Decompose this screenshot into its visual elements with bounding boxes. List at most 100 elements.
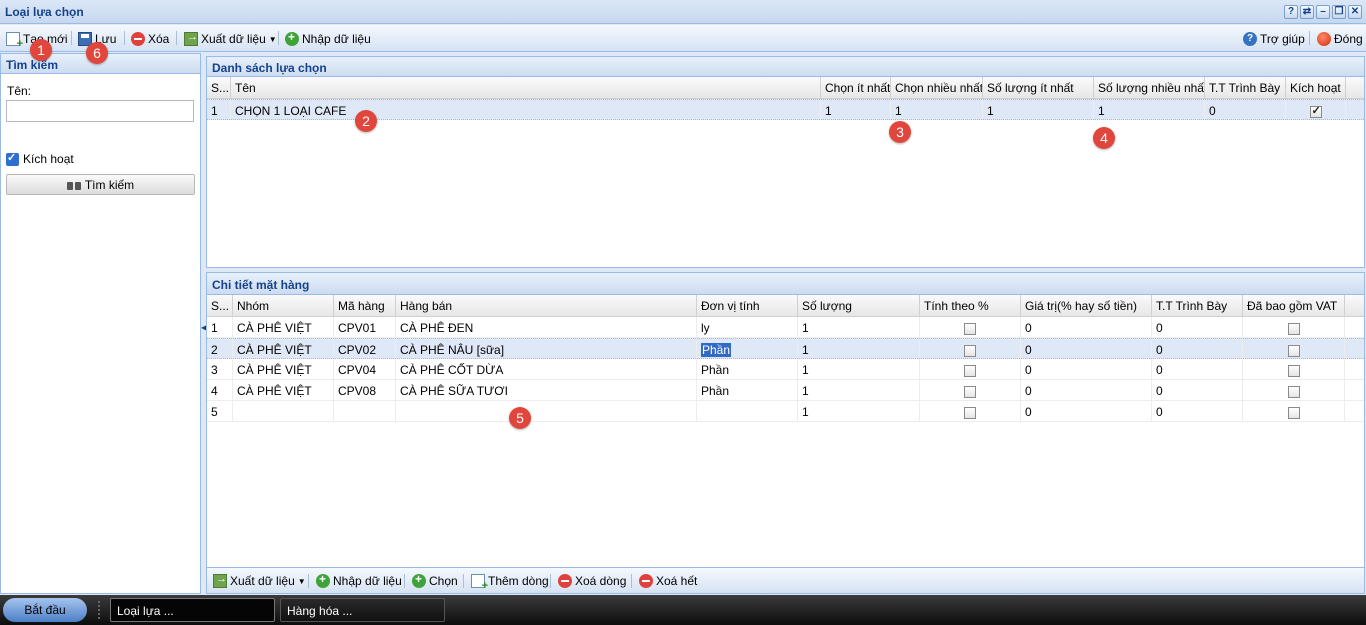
delete-row-button[interactable]: Xoá dòng xyxy=(558,571,626,591)
cell-item[interactable]: CÀ PHÊ NÂU [sữa] xyxy=(396,339,697,358)
col-header[interactable]: Tính theo % xyxy=(920,295,1021,317)
cell-name[interactable]: CHỌN 1 LOẠI CAFE xyxy=(231,100,821,119)
col-header[interactable]: S... xyxy=(207,295,233,317)
search-button[interactable]: Tìm kiếm xyxy=(6,174,195,195)
cell-order[interactable]: 0 xyxy=(1152,380,1243,400)
cell-qty[interactable]: 1 xyxy=(798,317,920,337)
cell-item[interactable]: CÀ PHÊ ĐEN xyxy=(396,317,697,337)
vat-checkbox[interactable] xyxy=(1287,322,1300,335)
cell-min-qty[interactable]: 1 xyxy=(983,100,1094,119)
cell-order[interactable]: 0 xyxy=(1152,339,1243,358)
cell-order[interactable]: 0 xyxy=(1205,100,1286,119)
cell-vat[interactable] xyxy=(1243,317,1345,337)
start-button[interactable]: Bắt đầu xyxy=(3,598,87,622)
percent-checkbox[interactable] xyxy=(964,322,976,335)
col-header[interactable]: Mã hàng xyxy=(334,295,396,317)
name-search-input[interactable] xyxy=(6,100,194,122)
col-header[interactable]: Đơn vị tính xyxy=(697,295,798,317)
cell-percent[interactable] xyxy=(920,359,1021,379)
table-row[interactable]: 2 CÀ PHÊ VIỆT CPV02 CÀ PHÊ NÂU [sữa] Phần 1 0 0 xyxy=(207,338,1364,359)
cell-max-qty[interactable]: 1 xyxy=(1094,100,1205,119)
col-header[interactable]: T.T Trình Bày xyxy=(1205,77,1286,99)
cell-item[interactable]: CÀ PHÊ CỐT DỪA xyxy=(396,359,697,379)
add-row-button[interactable]: Thêm dòng xyxy=(471,571,549,592)
cell-max-choose[interactable]: 1 xyxy=(891,100,983,119)
active-row-checkbox[interactable] xyxy=(1309,104,1322,118)
col-header[interactable]: Số lượng ít nhất xyxy=(983,77,1094,99)
percent-checkbox[interactable] xyxy=(964,406,976,419)
table-row[interactable]: 4 CÀ PHÊ VIỆT CPV08 CÀ PHÊ SỮA TƯƠI Phần 1 0 0 xyxy=(207,380,1364,401)
cell-unit[interactable]: Phần xyxy=(697,380,798,400)
cell-value[interactable]: 0 xyxy=(1021,339,1152,358)
cell-percent[interactable] xyxy=(920,380,1021,400)
export-button[interactable]: Xuất dữ liệu ▼ xyxy=(184,29,277,49)
items-export-button[interactable]: Xuất dữ liệu ▼ xyxy=(213,571,306,591)
taskbar-item-option-type[interactable]: Loại lựa ... xyxy=(110,598,275,622)
col-header[interactable]: Tên xyxy=(231,77,821,99)
delete-all-button[interactable]: Xoá hết xyxy=(639,571,697,591)
table-row[interactable]: 1 CHỌN 1 LOẠI CAFE 1 1 1 1 0 xyxy=(207,99,1364,120)
restore-tool-icon[interactable]: ❐ xyxy=(1332,5,1346,19)
minimize-tool-icon[interactable]: – xyxy=(1316,5,1330,19)
col-header[interactable]: Hàng bán xyxy=(396,295,697,317)
vat-checkbox[interactable] xyxy=(1287,344,1300,357)
import-button[interactable]: Nhập dữ liệu xyxy=(285,29,371,49)
table-row[interactable]: 5 1 00 xyxy=(207,401,1364,422)
col-header[interactable]: Đã bao gồm VAT xyxy=(1243,295,1345,317)
col-header[interactable]: Giá trị(% hay số tiền) xyxy=(1021,295,1152,317)
col-header[interactable]: Số lượng nhiều nhất xyxy=(1094,77,1205,99)
taskbar-item-goods[interactable]: Hàng hóa ... xyxy=(280,598,445,622)
cell-code[interactable]: CPV04 xyxy=(334,359,396,379)
cell-code[interactable]: CPV02 xyxy=(334,339,396,358)
cell-value[interactable]: 0 xyxy=(1021,401,1152,421)
cell-unit[interactable]: Phần xyxy=(697,359,798,379)
choose-button[interactable]: Chọn xyxy=(412,571,458,591)
col-header[interactable]: Nhóm xyxy=(233,295,334,317)
percent-checkbox[interactable] xyxy=(964,344,976,357)
close-tool-icon[interactable]: ✕ xyxy=(1348,5,1362,19)
cell-group[interactable]: CÀ PHÊ VIỆT xyxy=(233,380,334,400)
cell-group[interactable]: CÀ PHÊ VIỆT xyxy=(233,339,334,358)
cell-order[interactable]: 0 xyxy=(1152,401,1243,421)
col-header[interactable]: T.T Trình Bày xyxy=(1152,295,1243,317)
delete-button[interactable]: Xóa xyxy=(131,29,169,49)
cell-value[interactable]: 0 xyxy=(1021,359,1152,379)
col-header[interactable]: Chọn ít nhất xyxy=(821,77,891,99)
cell-vat[interactable] xyxy=(1243,401,1345,421)
vat-checkbox[interactable] xyxy=(1287,364,1300,377)
cell-group[interactable]: CÀ PHÊ VIỆT xyxy=(233,359,334,379)
col-header[interactable]: Chọn nhiều nhất xyxy=(891,77,983,99)
cell-order[interactable]: 0 xyxy=(1152,317,1243,337)
cell-vat[interactable] xyxy=(1243,359,1345,379)
cell-qty[interactable]: 1 xyxy=(798,339,920,358)
cell-percent[interactable] xyxy=(920,317,1021,337)
help-button[interactable]: ? Trợ giúp xyxy=(1243,29,1305,49)
active-filter[interactable]: Kích hoạt xyxy=(6,151,74,166)
cell-code[interactable]: CPV01 xyxy=(334,317,396,337)
cell-percent[interactable] xyxy=(920,401,1021,421)
cell-qty[interactable]: 1 xyxy=(798,359,920,379)
cell-qty[interactable]: 1 xyxy=(798,401,920,421)
cell-group[interactable] xyxy=(233,401,334,421)
cell-value[interactable]: 0 xyxy=(1021,317,1152,337)
cell-vat[interactable] xyxy=(1243,339,1345,358)
col-header[interactable]: Số lượng xyxy=(798,295,920,317)
cell-code[interactable] xyxy=(334,401,396,421)
cell-vat[interactable] xyxy=(1243,380,1345,400)
cell-group[interactable]: CÀ PHÊ VIỆT xyxy=(233,317,334,337)
cell-value[interactable]: 0 xyxy=(1021,380,1152,400)
table-row[interactable]: 3 CÀ PHÊ VIỆT CPV04 CÀ PHÊ CỐT DỪA Phần 1 0 0 xyxy=(207,359,1364,380)
cell-unit[interactable]: Phần xyxy=(697,339,798,358)
cell-item[interactable] xyxy=(396,401,697,421)
percent-checkbox[interactable] xyxy=(964,364,976,377)
help-tool-icon[interactable]: ? xyxy=(1284,5,1298,19)
table-row[interactable]: 1 CÀ PHÊ VIỆT CPV01 CÀ PHÊ ĐEN ly 1 0 0 xyxy=(207,317,1364,338)
cell-order[interactable]: 0 xyxy=(1152,359,1243,379)
cell-min-choose[interactable]: 1 xyxy=(821,100,891,119)
unit-highlight[interactable]: Phần xyxy=(701,343,732,357)
percent-checkbox[interactable] xyxy=(964,385,976,398)
cell-item[interactable]: CÀ PHÊ SỮA TƯƠI xyxy=(396,380,697,400)
refresh-tool-icon[interactable]: ⇄ xyxy=(1300,5,1314,19)
vat-checkbox[interactable] xyxy=(1287,385,1300,398)
col-header[interactable]: Kích hoạt xyxy=(1286,77,1346,99)
